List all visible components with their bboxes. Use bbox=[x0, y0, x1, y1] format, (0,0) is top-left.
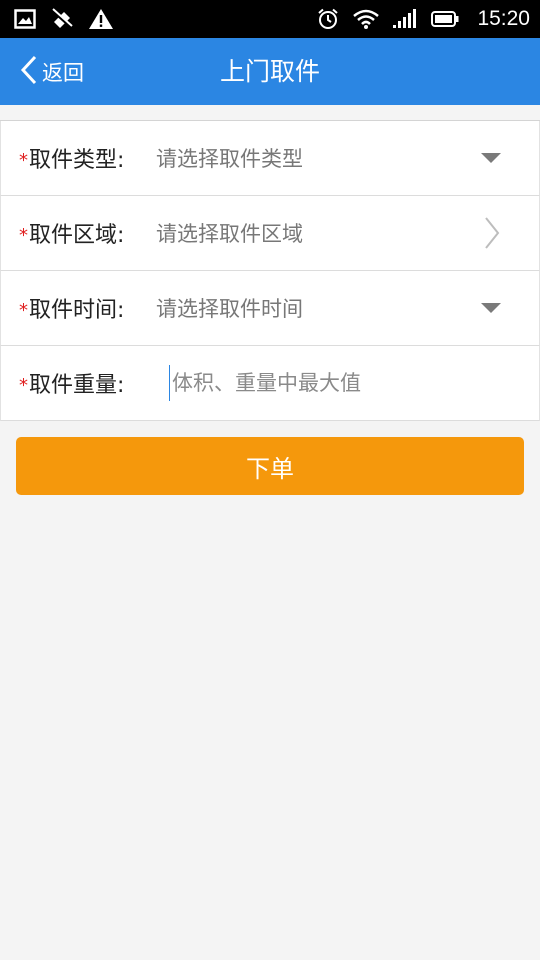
app-bar: 返回 上门取件 bbox=[0, 38, 540, 105]
required-mark: * bbox=[19, 224, 28, 246]
pickup-area-select[interactable]: 请选择取件区域 bbox=[156, 218, 303, 248]
status-right-icons: 15:20 bbox=[317, 7, 530, 31]
pickup-time-label-text: 取件时间: bbox=[29, 298, 125, 323]
cell-signal-icon bbox=[393, 9, 417, 29]
status-left-icons bbox=[14, 8, 114, 30]
warning-icon bbox=[88, 8, 114, 30]
place-order-button[interactable]: 下单 bbox=[16, 437, 524, 495]
pickup-type-select[interactable]: 请选择取件类型 bbox=[156, 143, 303, 173]
pickup-area-row[interactable]: * 取件区域: 请选择取件区域 bbox=[0, 196, 540, 271]
alarm-icon bbox=[317, 8, 339, 30]
wifi-icon bbox=[353, 9, 380, 29]
pickup-weight-input[interactable] bbox=[169, 365, 512, 401]
caret-down-icon[interactable] bbox=[481, 153, 501, 163]
back-button[interactable]: 返回 bbox=[20, 38, 84, 105]
caret-down-icon[interactable] bbox=[481, 303, 501, 313]
pickup-area-label: * 取件区域: bbox=[19, 217, 124, 249]
chevron-right-icon[interactable] bbox=[483, 216, 501, 254]
pickup-weight-label-text: 取件重量: bbox=[29, 373, 125, 398]
pickup-form: * 取件类型: 请选择取件类型 * 取件区域: 请选择取件区域 * 取件时间: … bbox=[0, 120, 540, 421]
pickup-type-row[interactable]: * 取件类型: 请选择取件类型 bbox=[0, 121, 540, 196]
required-mark: * bbox=[19, 374, 28, 396]
pickup-time-select[interactable]: 请选择取件时间 bbox=[156, 293, 303, 323]
pickup-weight-label: * 取件重量: bbox=[19, 367, 124, 399]
status-time: 15:20 bbox=[477, 7, 530, 30]
status-bar: 15:20 bbox=[0, 0, 540, 38]
chevron-left-icon bbox=[20, 55, 38, 89]
no-signal-icon bbox=[50, 8, 74, 30]
pickup-time-label: * 取件时间: bbox=[19, 292, 124, 324]
required-mark: * bbox=[19, 299, 28, 321]
pickup-area-label-text: 取件区域: bbox=[29, 223, 125, 248]
pickup-type-label: * 取件类型: bbox=[19, 142, 124, 174]
battery-icon bbox=[431, 10, 459, 28]
required-mark: * bbox=[19, 149, 28, 171]
image-icon bbox=[14, 9, 36, 29]
pickup-weight-row: * 取件重量: bbox=[0, 346, 540, 421]
pickup-time-row[interactable]: * 取件时间: 请选择取件时间 bbox=[0, 271, 540, 346]
pickup-type-label-text: 取件类型: bbox=[29, 148, 125, 173]
back-label: 返回 bbox=[42, 60, 84, 85]
